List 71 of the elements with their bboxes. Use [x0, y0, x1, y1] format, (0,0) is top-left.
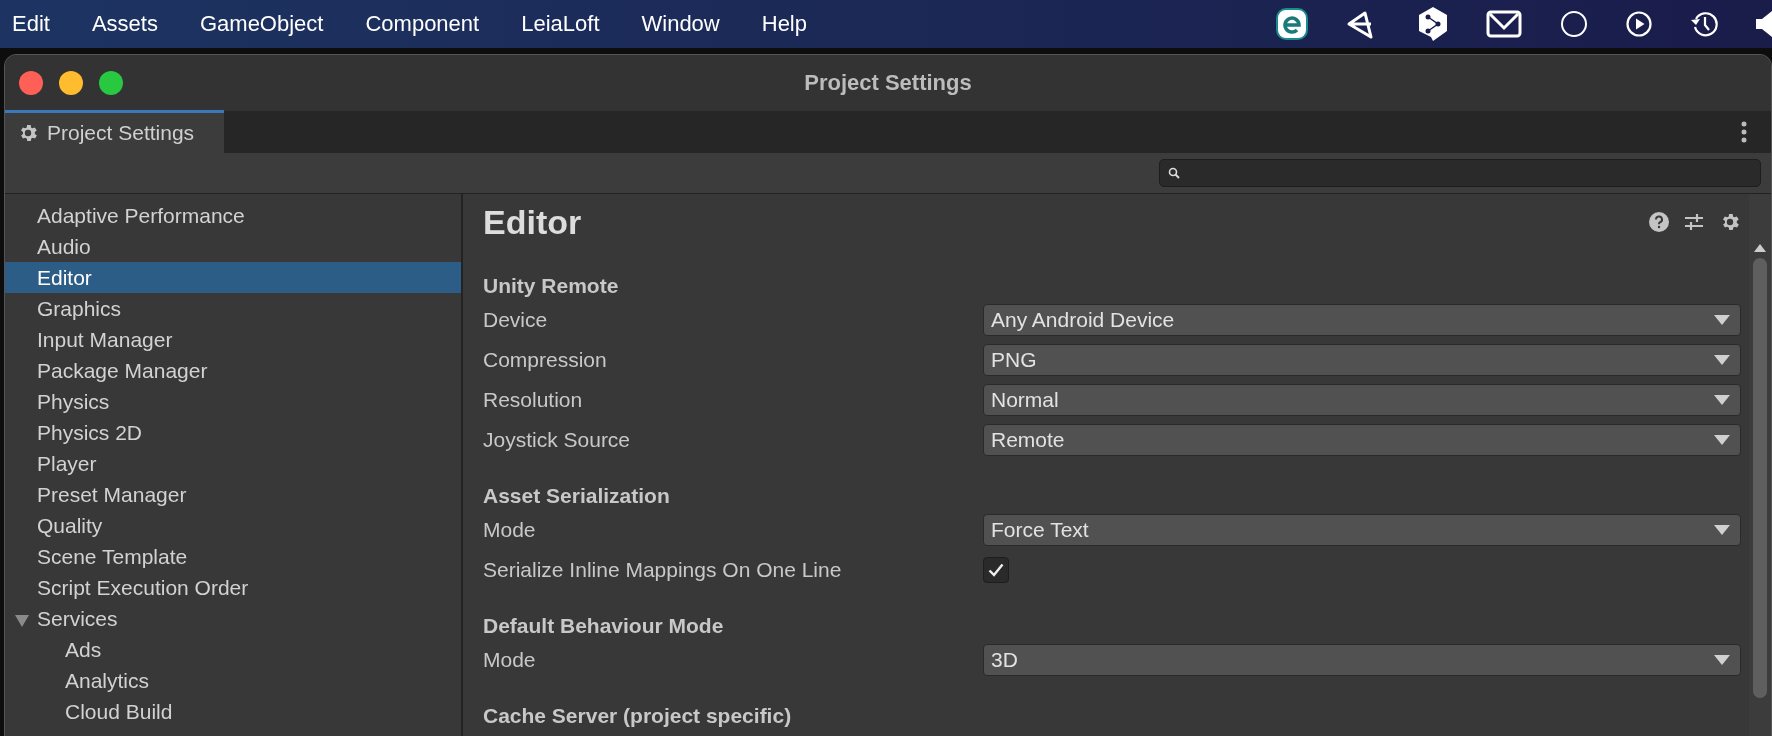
field-label: Mode: [483, 648, 537, 672]
scrollbar-thumb[interactable]: [1753, 258, 1767, 698]
sidebar-item[interactable]: Services: [5, 603, 461, 634]
menu-item[interactable]: Assets: [70, 11, 179, 37]
dropdown[interactable]: Force Text: [983, 514, 1741, 546]
play-circle-icon[interactable]: [1626, 11, 1652, 37]
sidebar-item[interactable]: Player: [5, 448, 461, 479]
field-label: Compression: [483, 348, 608, 372]
sidebar-item[interactable]: Editor: [5, 262, 461, 293]
field-label: Resolution: [483, 388, 584, 412]
minimize-button[interactable]: [59, 71, 83, 95]
field-label: Mode: [483, 518, 537, 542]
field-label: Device: [483, 308, 549, 332]
sidebar-item[interactable]: Scene Template: [5, 541, 461, 572]
dropdown[interactable]: Any Android Device: [983, 304, 1741, 336]
menu-item[interactable]: Window: [620, 11, 741, 37]
window-title: Project Settings: [804, 70, 972, 96]
section-heading: Default Behaviour Mode: [483, 613, 725, 639]
caret-down-icon: [1714, 435, 1730, 445]
section-heading: Asset Serialization: [483, 483, 671, 509]
sidebar-item[interactable]: Analytics: [5, 665, 461, 696]
scrollbar[interactable]: [1749, 194, 1771, 736]
caret-down-icon: [1714, 525, 1730, 535]
caret-down-icon: [1714, 355, 1730, 365]
maximize-button[interactable]: [99, 71, 123, 95]
checkmark-icon: [988, 563, 1004, 577]
sidebar-item[interactable]: Physics: [5, 386, 461, 417]
mail-icon[interactable]: [1486, 10, 1522, 38]
caret-down-icon[interactable]: [15, 614, 29, 628]
menu-item[interactable]: LeiaLoft: [500, 11, 621, 37]
dropdown[interactable]: PNG: [983, 344, 1741, 376]
menu-item[interactable]: Edit: [12, 11, 71, 37]
circle-icon[interactable]: [1560, 10, 1588, 38]
sidebar-item[interactable]: Graphics: [5, 293, 461, 324]
more-options-icon[interactable]: [1741, 121, 1747, 143]
search-icon: [1168, 167, 1180, 179]
menu-item[interactable]: GameObject: [178, 11, 345, 37]
sidebar-item[interactable]: Physics 2D: [5, 417, 461, 448]
section-heading: Cache Server (project specific): [483, 703, 793, 729]
help-icon[interactable]: [1649, 212, 1669, 232]
checkbox[interactable]: [983, 557, 1009, 583]
dropdown[interactable]: Normal: [983, 384, 1741, 416]
field-label: Serialize Inline Mappings On One Line: [483, 558, 843, 582]
sidebar-item[interactable]: Preset Manager: [5, 479, 461, 510]
speaker-icon[interactable]: [1756, 10, 1772, 38]
close-button[interactable]: [19, 71, 43, 95]
sidebar-item[interactable]: Script Execution Order: [5, 572, 461, 603]
tab[interactable]: Project Settings: [5, 110, 225, 153]
menu-item[interactable]: Help: [740, 11, 828, 37]
history-icon[interactable]: [1690, 10, 1718, 38]
menu-item[interactable]: Component: [344, 11, 501, 37]
sidebar-item[interactable]: Ads: [5, 634, 461, 665]
caret-down-icon: [1714, 395, 1730, 405]
sidebar-item[interactable]: Package Manager: [5, 355, 461, 386]
sidebar-item[interactable]: Audio: [5, 231, 461, 262]
caret-down-icon: [1714, 315, 1730, 325]
page-title: Editor: [483, 202, 582, 242]
caret-down-icon: [1714, 655, 1730, 665]
sidebar-item[interactable]: Adaptive Performance: [5, 200, 461, 231]
dropdown[interactable]: 3D: [983, 644, 1741, 676]
dropdown[interactable]: Remote: [983, 424, 1741, 456]
section-heading: Unity Remote: [483, 273, 620, 299]
sidebar-item[interactable]: Input Manager: [5, 324, 461, 355]
search-field[interactable]: [1159, 159, 1761, 187]
e-letter-app-icon[interactable]: [1276, 8, 1308, 40]
share-hexagon-icon[interactable]: [1418, 6, 1448, 42]
field-label: Joystick Source: [483, 428, 632, 452]
sidebar-item[interactable]: Quality: [5, 510, 461, 541]
sidebar-item[interactable]: Cloud Build: [5, 696, 461, 727]
scroll-up-icon[interactable]: [1754, 244, 1766, 252]
sliders-icon[interactable]: [1683, 211, 1705, 233]
